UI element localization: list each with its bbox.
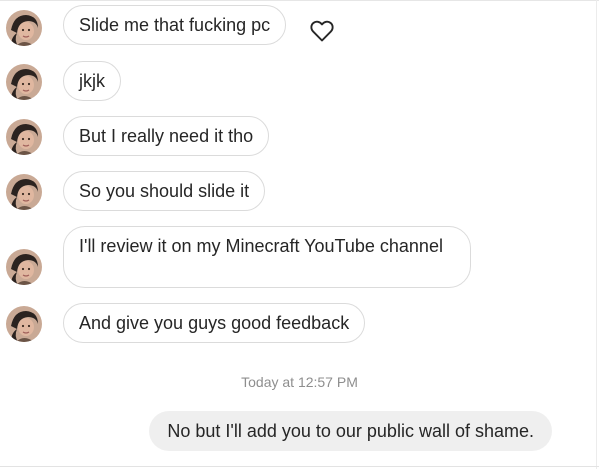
message-bubble[interactable]: So you should slide it xyxy=(63,171,266,211)
message-text: jkjk xyxy=(79,71,105,91)
user-avatar-icon xyxy=(6,10,42,46)
message-text: Slide me that fucking pc xyxy=(79,15,271,35)
avatar[interactable] xyxy=(6,174,42,210)
avatar[interactable] xyxy=(6,10,42,46)
message-bubble[interactable]: And give you guys good feedback xyxy=(63,303,366,343)
message-timestamp: Today at 12:57 PM xyxy=(241,374,358,390)
outgoing-message-bubble[interactable]: No but I'll add you to our public wall o… xyxy=(149,411,552,451)
avatar[interactable] xyxy=(6,306,42,342)
message-text: And give you guys good feedback xyxy=(79,313,350,333)
message-thread: Slide me that fucking pc jkjk But I real… xyxy=(0,0,599,469)
avatar[interactable] xyxy=(6,119,42,155)
message-bubble[interactable]: jkjk xyxy=(63,61,121,101)
heart-outline-icon[interactable] xyxy=(309,19,335,43)
user-avatar-icon xyxy=(6,306,42,342)
message-text: I'll review it on my Minecraft YouTube c… xyxy=(79,236,443,256)
user-avatar-icon xyxy=(6,174,42,210)
message-bubble[interactable]: But I really need it tho xyxy=(63,116,270,156)
message-bubble[interactable]: I'll review it on my Minecraft YouTube c… xyxy=(63,226,471,288)
message-bubble[interactable]: Slide me that fucking pc xyxy=(63,5,287,45)
avatar[interactable] xyxy=(6,64,42,100)
message-text: No but I'll add you to our public wall o… xyxy=(167,421,534,441)
user-avatar-icon xyxy=(6,119,42,155)
avatar[interactable] xyxy=(6,249,42,285)
divider xyxy=(596,0,597,469)
message-text: But I really need it tho xyxy=(79,126,254,146)
user-avatar-icon xyxy=(6,64,42,100)
divider xyxy=(0,0,599,1)
message-text: So you should slide it xyxy=(79,181,250,201)
divider xyxy=(0,466,599,467)
user-avatar-icon xyxy=(6,249,42,285)
